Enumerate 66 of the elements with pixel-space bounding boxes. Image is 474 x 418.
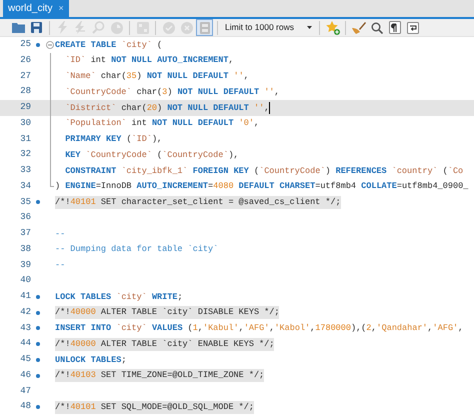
lightning-icon	[58, 21, 67, 34]
pilcrow-icon	[388, 21, 400, 34]
code-line: CREATE TABLE `city` (	[55, 38, 162, 52]
magnifier-lightning-icon	[92, 21, 105, 34]
check-circle-icon	[162, 22, 174, 34]
code-line: KEY `CountryCode` (`CountryCode`),	[64, 148, 239, 162]
line-number: 29	[19, 101, 31, 114]
line-number: 27	[19, 70, 31, 83]
row-limit-dropdown[interactable]: Limit to 1000 rows	[222, 20, 315, 35]
text-cursor	[269, 102, 270, 114]
code-line: `Name` char(35) NOT NULL DEFAULT '',	[64, 70, 249, 83]
line-number: 33	[19, 164, 31, 178]
toolbar-button[interactable]	[386, 19, 403, 36]
code-line: CONSTRAINT `city_ibfk_1` FOREIGN KEY (`CountryCode`) REFERENCES `country` (`Co	[64, 164, 464, 178]
line-number: 39	[19, 258, 31, 272]
line-number: 37	[19, 227, 31, 240]
code-line: `ID` int NOT NULL AUTO_INCREMENT,	[64, 54, 234, 67]
code-line: UNLOCK TABLES;	[55, 354, 126, 366]
toggle-icon	[200, 22, 210, 34]
line-number: 47	[19, 384, 31, 398]
code-line: LOCK TABLES `city` WRITE;	[55, 290, 183, 304]
save-icon	[31, 22, 42, 33]
line-number: 34	[19, 180, 31, 193]
code-line: PRIMARY KEY (`ID`),	[64, 133, 162, 146]
line-number: 31	[19, 132, 31, 146]
line-number: 48	[19, 400, 31, 414]
code-line: `Population` int NOT NULL DEFAULT '0',	[64, 117, 260, 130]
line-number: 45	[19, 353, 31, 366]
fold-icon[interactable]	[46, 40, 54, 49]
line-number: 30	[19, 116, 31, 130]
code-line: `District` char(20) NOT NULL DEFAULT '',	[64, 102, 270, 114]
folder-icon	[12, 22, 25, 33]
brush-icon	[352, 22, 366, 34]
line-number: 28	[19, 85, 31, 98]
code-line: ) ENGINE=InnoDB AUTO_INCREMENT=4080 DEFAULT CHARSET=utf8mb4 COLLATE=utf8mb4_0900_	[55, 180, 468, 193]
caret-icon	[307, 26, 312, 29]
code-line: `CountryCode` char(3) NOT NULL DEFAULT '',	[64, 86, 280, 98]
lightning-cursor-icon	[75, 21, 86, 34]
line-number: 43	[19, 322, 31, 335]
grid-toggle-icon	[136, 22, 148, 34]
line-number: 44	[19, 337, 31, 350]
toolbar-button[interactable]	[404, 19, 421, 36]
line-number: 42	[19, 306, 31, 319]
tab-label: world_city	[8, 2, 52, 16]
word-wrap-icon	[406, 22, 418, 34]
fold-end-line	[50, 178, 54, 187]
line-number: 25	[19, 38, 31, 52]
line-number: 36	[19, 211, 31, 224]
code-line: --	[55, 259, 66, 272]
line-number: 40	[19, 274, 31, 288]
code-line: --	[55, 228, 66, 240]
line-number: 38	[19, 242, 31, 256]
close-tab-button[interactable]: ×	[58, 2, 64, 16]
line-number: 35	[19, 196, 31, 209]
stop-icon	[110, 22, 122, 34]
toolbar-button[interactable]	[28, 19, 45, 36]
cross-circle-icon	[180, 22, 192, 34]
line-number: 32	[19, 148, 31, 162]
line-number: 41	[19, 290, 31, 304]
line-number: 46	[19, 368, 31, 382]
code-line: INSERT INTO `city` VALUES (1,'Kabul','AFG','Kabol',1780000),(2,'Qandahar','AFG',	[55, 322, 464, 335]
star-add-icon	[326, 20, 340, 34]
search-icon	[370, 22, 382, 34]
code-line: -- Dumping data for table `city`	[55, 243, 218, 256]
line-number: 26	[19, 54, 31, 67]
editor-tab[interactable]: world_city ×	[3, 0, 69, 17]
